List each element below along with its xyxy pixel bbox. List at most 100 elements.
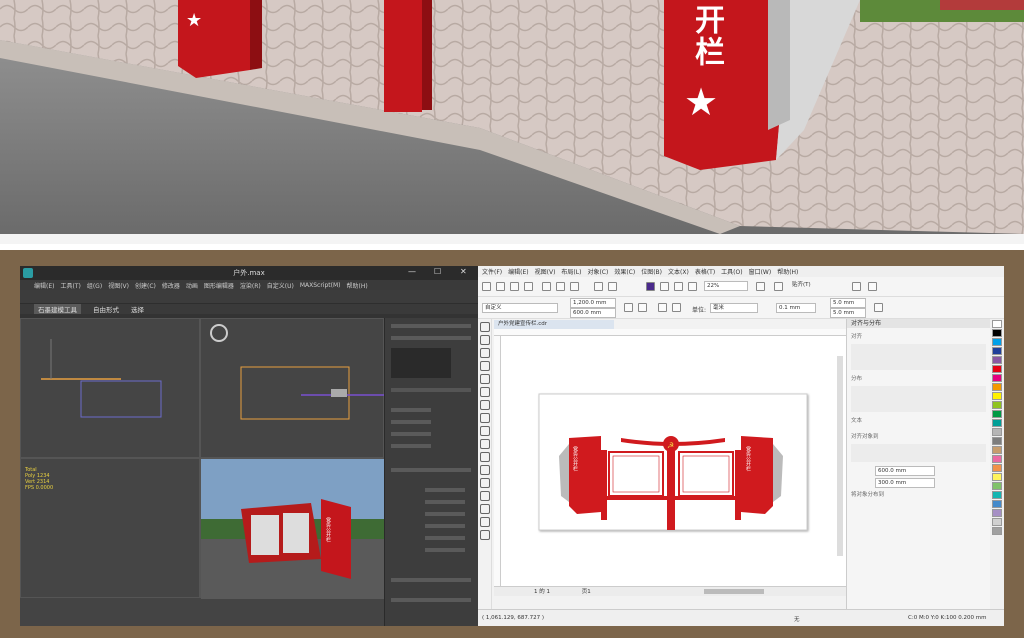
all-pages-icon[interactable]	[658, 303, 667, 312]
shape-tool-icon[interactable]	[480, 335, 490, 345]
show-rulers-icon[interactable]	[774, 282, 783, 291]
menu-item-tools[interactable]: 工具(O)	[721, 267, 742, 276]
outline-status[interactable]: C:0 M:0 Y:0 K:100 0.200 mm	[908, 615, 986, 621]
close-button[interactable]: ✕	[460, 267, 467, 276]
undo-icon[interactable]	[594, 282, 603, 291]
command-panel[interactable]	[384, 318, 478, 626]
palette-swatch[interactable]	[992, 419, 1002, 427]
page-counter[interactable]: 1 的 1	[534, 589, 550, 595]
palette-swatch[interactable]	[992, 527, 1002, 535]
viewport-top[interactable]	[20, 318, 200, 458]
maximize-button[interactable]: ☐	[434, 267, 441, 276]
units-select[interactable]: 毫米	[710, 303, 758, 313]
menu-item-views[interactable]: 视图(V)	[108, 281, 129, 290]
import-icon[interactable]	[660, 282, 669, 291]
freehand-tool-icon[interactable]	[480, 374, 490, 384]
menu-item-graph-editors[interactable]: 图形编辑器	[204, 281, 234, 290]
viewcube-icon[interactable]	[210, 324, 228, 342]
palette-swatch[interactable]	[992, 338, 1002, 346]
treat-as-filled-icon[interactable]	[874, 303, 883, 312]
distribute-buttons[interactable]	[851, 386, 986, 412]
polygon-tool-icon[interactable]	[480, 426, 490, 436]
viewport-left[interactable]: Total Poly 1234 Vert 2314 FPS 0.0000	[20, 458, 200, 598]
portrait-icon[interactable]	[624, 303, 633, 312]
menu-item-group[interactable]: 组(G)	[87, 281, 102, 290]
palette-swatch[interactable]	[992, 383, 1002, 391]
open-icon[interactable]	[496, 282, 505, 291]
menu-item-table[interactable]: 表格(T)	[695, 267, 715, 276]
palette-swatch[interactable]	[992, 320, 1002, 328]
palette-swatch[interactable]	[992, 374, 1002, 382]
vertical-scrollbar[interactable]	[837, 356, 843, 556]
pdf-icon[interactable]	[688, 282, 697, 291]
smart-fill-tool-icon[interactable]	[480, 530, 490, 540]
position-y-field[interactable]: 300.0 mm	[875, 478, 935, 488]
interactive-fill-tool-icon[interactable]	[480, 517, 490, 527]
palette-swatch[interactable]	[992, 356, 1002, 364]
print-icon[interactable]	[524, 282, 533, 291]
menu-item-rendering[interactable]: 渲染(R)	[240, 281, 261, 290]
palette-swatch[interactable]	[992, 446, 1002, 454]
horizontal-scrollbar[interactable]	[704, 589, 764, 594]
full-screen-icon[interactable]	[756, 282, 765, 291]
duplicate-y-field[interactable]: 5.0 mm	[830, 308, 866, 318]
palette-swatch[interactable]	[992, 473, 1002, 481]
redo-icon[interactable]	[608, 282, 617, 291]
connector-tool-icon[interactable]	[480, 465, 490, 475]
palette-swatch[interactable]	[992, 500, 1002, 508]
palette-swatch[interactable]	[992, 437, 1002, 445]
menu-item-file[interactable]: 文件(F)	[482, 267, 502, 276]
palette-swatch[interactable]	[992, 329, 1002, 337]
ellipse-tool-icon[interactable]	[480, 413, 490, 423]
rectangle-tool-icon[interactable]	[480, 400, 490, 410]
pick-tool-icon[interactable]	[480, 322, 490, 332]
nudge-distance-field[interactable]: 0.1 mm	[776, 303, 816, 313]
menu-item-effects[interactable]: 效果(C)	[614, 267, 635, 276]
tab-selection[interactable]: 选择	[131, 304, 144, 314]
crop-tool-icon[interactable]	[480, 348, 490, 358]
palette-swatch[interactable]	[992, 365, 1002, 373]
cut-icon[interactable]	[542, 282, 551, 291]
palette-swatch[interactable]	[992, 347, 1002, 355]
palette-swatch[interactable]	[992, 518, 1002, 526]
align-to-buttons[interactable]	[851, 444, 986, 462]
menu-item-text[interactable]: 文本(X)	[668, 267, 689, 276]
landscape-icon[interactable]	[638, 303, 647, 312]
options-gear-icon[interactable]	[852, 282, 861, 291]
artistic-media-tool-icon[interactable]	[480, 387, 490, 397]
drawing-canvas[interactable]: ☭ 党务公开栏 党务公开栏	[501, 336, 846, 586]
position-x-field[interactable]: 600.0 mm	[875, 466, 935, 476]
max-main-toolbar[interactable]	[20, 290, 478, 304]
palette-swatch[interactable]	[992, 428, 1002, 436]
drop-shadow-tool-icon[interactable]	[480, 478, 490, 488]
menu-item-object[interactable]: 对象(C)	[587, 267, 608, 276]
page-tab[interactable]: 页1	[582, 589, 591, 595]
page-height-field[interactable]: 600.0 mm	[570, 308, 616, 318]
menu-item-help[interactable]: 帮助(H)	[777, 267, 798, 276]
paste-icon[interactable]	[570, 282, 579, 291]
viewport-front[interactable]	[200, 318, 385, 458]
transparency-tool-icon[interactable]	[480, 491, 490, 501]
menu-item-animation[interactable]: 动画	[186, 281, 198, 290]
palette-swatch[interactable]	[992, 392, 1002, 400]
menu-item-maxscript[interactable]: MAXScript(M)	[300, 282, 341, 289]
palette-swatch[interactable]	[992, 509, 1002, 517]
vertical-ruler[interactable]	[494, 336, 501, 586]
palette-swatch[interactable]	[992, 491, 1002, 499]
menu-item-edit[interactable]: 编辑(E)	[508, 267, 528, 276]
fill-status[interactable]: 无	[794, 615, 800, 623]
eyedropper-tool-icon[interactable]	[480, 504, 490, 514]
tab-graphite-modeling[interactable]: 石墨建模工具	[34, 304, 81, 314]
launch-icon[interactable]	[868, 282, 877, 291]
snap-to-menu[interactable]: 贴齐(T)	[790, 281, 838, 291]
export-icon[interactable]	[674, 282, 683, 291]
zoom-select[interactable]: 22%	[704, 281, 748, 291]
horizontal-ruler[interactable]	[494, 329, 846, 336]
text-tool-icon[interactable]	[480, 439, 490, 449]
palette-swatch[interactable]	[992, 455, 1002, 463]
tab-freeform[interactable]: 自由形式	[93, 304, 119, 314]
document-tab[interactable]: 户外党建宣传栏.cdr	[494, 320, 614, 329]
menu-item-modifiers[interactable]: 修改器	[162, 281, 180, 290]
duplicate-x-field[interactable]: 5.0 mm	[830, 298, 866, 308]
palette-swatch[interactable]	[992, 401, 1002, 409]
